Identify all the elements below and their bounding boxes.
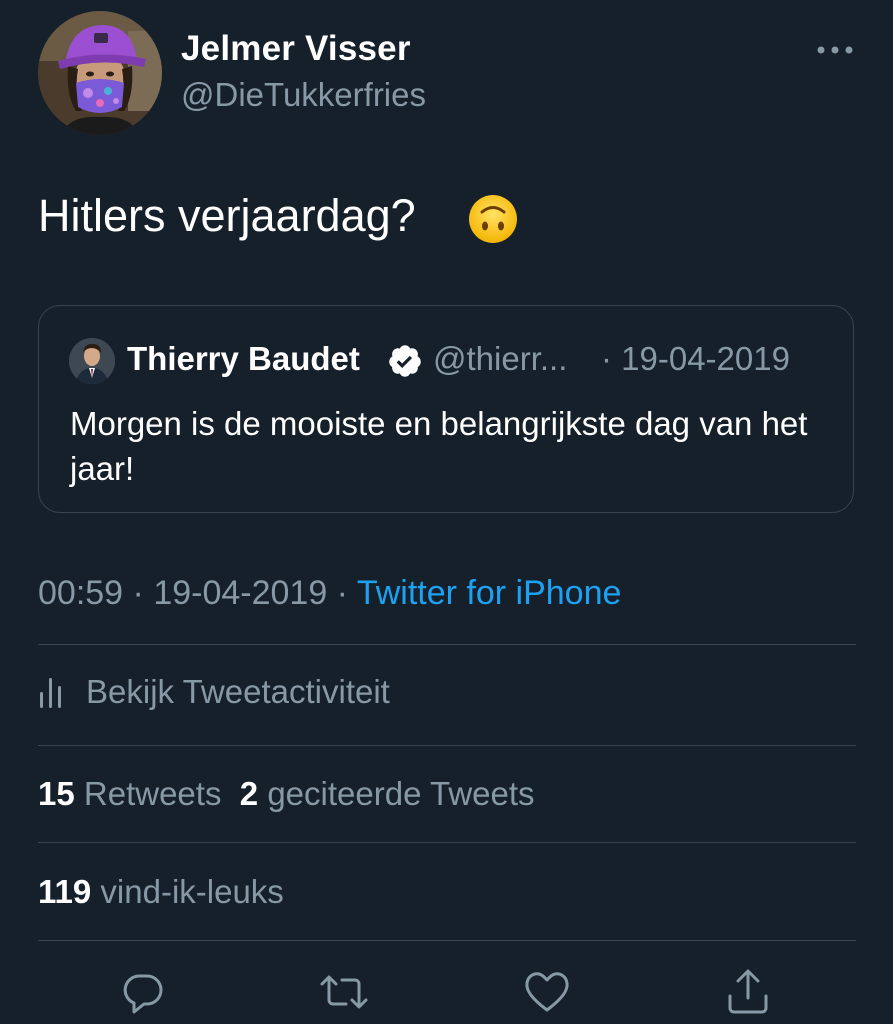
likes-count: 119 [38,873,92,910]
divider [38,842,856,843]
avatar-image [38,11,162,135]
more-options-button[interactable] [811,34,859,66]
like-button[interactable] [521,966,573,1018]
verified-badge-icon [387,343,423,379]
tweet-detail-page: Jelmer Visser @DieTukkerfries Hitlers ve… [0,0,893,1024]
quoted-tweet-date: · 19-04-2019 [601,340,790,377]
tweet-source-link[interactable]: Twitter for iPhone [357,574,622,612]
author-avatar[interactable] [38,11,162,135]
view-tweet-activity-button[interactable]: Bekijk Tweetactiviteit [38,670,390,714]
author-name[interactable]: Jelmer Visser [181,29,411,69]
divider [38,940,856,941]
divider [38,745,856,746]
upside-down-face-emoji-icon [467,193,519,245]
likes-stat[interactable]: 119 vind-ik-leuks [38,873,284,910]
tweet-text: Hitlers verjaardag? [38,190,416,241]
quote-tweets-stat[interactable]: 2 geciteerde Tweets [240,775,535,812]
retweets-stat[interactable]: 15 Retweets [38,775,221,812]
more-dots-icon [817,46,853,54]
retweet-button[interactable] [318,966,370,1018]
reply-button[interactable] [117,966,169,1018]
quoted-author-avatar[interactable] [69,338,115,384]
tweet-meta: 00:59 · 19-04-2019 · Twitter for iPhone [38,574,621,613]
share-upload-icon [728,969,768,1014]
share-button[interactable] [722,966,774,1018]
bar-chart-icon [40,678,61,708]
quote-tweets-count: 2 [239,775,259,812]
reply-bubble-icon [123,974,163,1014]
retweets-label: Retweets [83,775,222,812]
meta-separator: · [327,574,357,612]
quote-tweets-label: geciteerde Tweets [267,775,535,812]
activity-label: Bekijk Tweetactiviteit [86,673,390,710]
tweet-time: 00:59 [38,574,124,612]
quoted-avatar-image [69,338,115,384]
retweet-arrows-icon [320,975,368,1009]
likes-label: vind-ik-leuks [100,873,284,910]
heart-icon [525,972,569,1012]
retweet-stats-row: 15 Retweets 2 geciteerde Tweets [38,775,535,813]
quoted-tweet-text: Morgen is de mooiste en belangrijkste da… [70,405,808,487]
meta-separator: · [123,574,154,612]
tweet-date: 19-04-2019 [153,574,328,612]
retweets-count: 15 [38,775,75,812]
quoted-tweet-card[interactable]: Thierry Baudet @thierr... · 19-04-2019 M… [38,305,854,513]
author-handle[interactable]: @DieTukkerfries [181,76,426,114]
likes-stats-row: 119 vind-ik-leuks [38,873,284,911]
quoted-author-name[interactable]: Thierry Baudet [127,340,360,378]
divider [38,644,856,645]
quoted-author-handle[interactable]: @thierr... [433,340,567,378]
